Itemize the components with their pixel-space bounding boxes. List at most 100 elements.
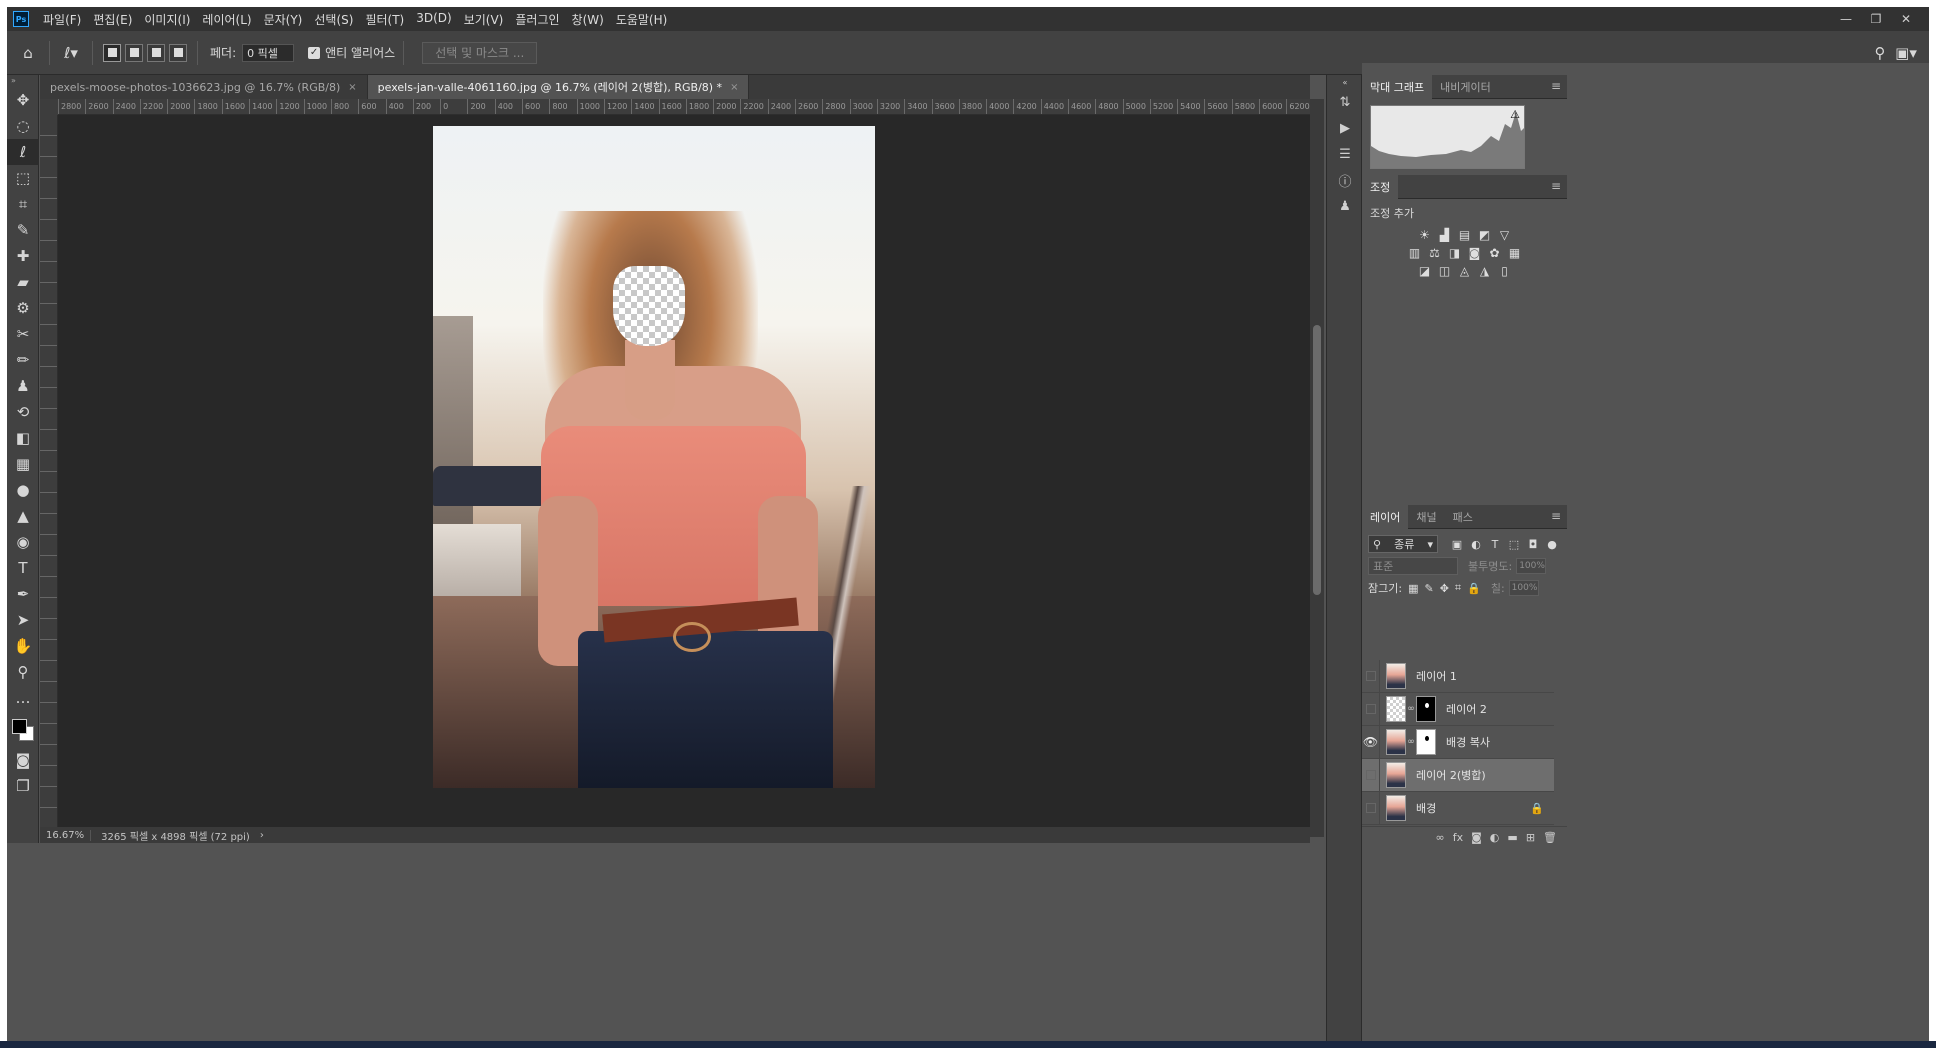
curves-icon[interactable]: ▤ xyxy=(1457,227,1473,243)
shape-filter-icon[interactable]: ⬚ xyxy=(1507,538,1521,551)
type-filter-icon[interactable]: T xyxy=(1488,538,1502,551)
visibility-toggle[interactable] xyxy=(1362,758,1380,792)
intersect-selection-button[interactable] xyxy=(169,43,187,62)
tab-navigator[interactable]: 내비게이터 xyxy=(1432,75,1499,99)
menu-select[interactable]: 선택(S) xyxy=(308,11,359,28)
link-icon[interactable]: ∞ xyxy=(1406,704,1416,714)
lock-icon[interactable]: 🔒 xyxy=(1530,802,1544,815)
layer-name[interactable]: 배경 복사 xyxy=(1446,734,1490,750)
layer-name[interactable]: 레이어 1 xyxy=(1416,668,1457,684)
warning-icon[interactable]: ⚠ xyxy=(1510,108,1520,121)
feather-input[interactable] xyxy=(242,43,295,62)
document-image[interactable] xyxy=(433,126,875,788)
fill-input[interactable]: 100% xyxy=(1508,580,1539,596)
tab-channels[interactable]: 채널 xyxy=(1408,505,1444,529)
opacity-input[interactable]: 100% xyxy=(1516,558,1547,574)
tab-histogram[interactable]: 막대 그래프 xyxy=(1362,74,1433,99)
move-tool[interactable]: ✥ xyxy=(7,87,39,113)
object-selection-tool[interactable]: ⬚ xyxy=(7,165,39,191)
scrollbar-thumb[interactable] xyxy=(1313,325,1321,595)
menu-edit[interactable]: 편집(E) xyxy=(87,11,138,28)
menu-type[interactable]: 문자(Y) xyxy=(258,11,309,28)
tab-layers[interactable]: 레이어 xyxy=(1362,504,1409,529)
invert-icon[interactable]: ◪ xyxy=(1417,263,1433,279)
layer-mask-thumbnail[interactable] xyxy=(1416,696,1436,722)
posterize-icon[interactable]: ◫ xyxy=(1437,263,1453,279)
lock-position-icon[interactable]: ✥ xyxy=(1440,582,1449,595)
smart-object-filter-icon[interactable]: ◘ xyxy=(1526,538,1540,551)
layer-name[interactable]: 레이어 2 xyxy=(1446,701,1487,717)
status-arrow-icon[interactable]: › xyxy=(260,830,264,841)
dodge-tool[interactable]: ◉ xyxy=(7,529,39,555)
link-icon[interactable]: ∞ xyxy=(1406,737,1416,747)
close-button[interactable]: ✕ xyxy=(1891,12,1921,26)
screen-mode-icon[interactable]: ❐ xyxy=(7,773,39,799)
home-icon[interactable]: ⌂ xyxy=(15,40,41,66)
info-icon[interactable]: ⓘ xyxy=(1327,167,1363,193)
exposure-icon[interactable]: ◩ xyxy=(1477,227,1493,243)
brightness-contrast-icon[interactable]: ☀ xyxy=(1417,227,1433,243)
horizontal-ruler[interactable]: 2800 2600 2400 2200 2000 1800 1600 1400 1200 1000… xyxy=(58,99,1310,115)
tab-document-1[interactable]: pexels-moose-photos-1036623.jpg @ 16.7% … xyxy=(40,75,368,99)
new-layer-icon[interactable]: ⊞ xyxy=(1526,831,1535,844)
layer-style-icon[interactable]: fx xyxy=(1453,831,1463,844)
zoom-tool[interactable]: ⚲ xyxy=(7,659,39,685)
lasso-preset-icon[interactable]: ℓ▾ xyxy=(58,40,84,66)
lock-artboard-icon[interactable]: ⌗ xyxy=(1455,581,1461,595)
panel-menu-icon[interactable]: ≡ xyxy=(1551,79,1561,93)
layer-mask-thumbnail[interactable] xyxy=(1416,729,1436,755)
layer-name[interactable]: 레이어 2(병합) xyxy=(1416,767,1486,783)
layer-row-layer-2[interactable]: ∞ 레이어 2 xyxy=(1362,692,1554,726)
quick-mask-icon[interactable]: ◙ xyxy=(7,747,39,773)
history-icon[interactable]: ⇅ xyxy=(1327,89,1363,115)
add-mask-icon[interactable]: ◙ xyxy=(1471,831,1482,844)
new-selection-button[interactable] xyxy=(103,43,121,62)
more-tools[interactable]: … xyxy=(7,685,39,711)
menu-filter[interactable]: 필터(T) xyxy=(359,11,410,28)
lock-all-icon[interactable]: 🔒 xyxy=(1467,582,1481,595)
menu-image[interactable]: 이미지(I) xyxy=(138,11,196,28)
healing-brush-tool[interactable]: ✚ xyxy=(7,243,39,269)
color-balance-icon[interactable]: ⚖ xyxy=(1427,245,1443,261)
visibility-toggle[interactable] xyxy=(1362,659,1380,693)
actions-icon[interactable]: ▶ xyxy=(1327,115,1363,141)
gradient-tool[interactable]: ▦ xyxy=(7,451,39,477)
tab-paths[interactable]: 패스 xyxy=(1445,505,1481,529)
tab-document-2[interactable]: pexels-jan-valle-4061160.jpg @ 16.7% (레이… xyxy=(367,75,750,99)
minimize-button[interactable]: — xyxy=(1831,12,1861,26)
link-layers-icon[interactable]: ∞ xyxy=(1436,831,1445,844)
threshold-icon[interactable]: ◬ xyxy=(1457,263,1473,279)
restore-button[interactable]: ❐ xyxy=(1861,12,1891,26)
frame-tool[interactable]: ⚙ xyxy=(7,295,39,321)
menu-view[interactable]: 보기(V) xyxy=(458,11,510,28)
foreground-color-swatch[interactable] xyxy=(12,719,27,734)
delete-layer-icon[interactable]: 🗑 xyxy=(1543,831,1557,844)
vibrance-icon[interactable]: ▽ xyxy=(1497,227,1513,243)
eye-icon[interactable]: 👁 xyxy=(1362,725,1380,759)
collapse-icon[interactable]: » xyxy=(7,75,38,87)
path-selection-tool[interactable]: ➤ xyxy=(7,607,39,633)
visibility-toggle[interactable] xyxy=(1362,791,1380,825)
menu-file[interactable]: 파일(F) xyxy=(37,11,87,28)
type-tool[interactable]: T xyxy=(7,555,39,581)
layer-row-layer-2-merged[interactable]: 레이어 2(병합) xyxy=(1362,758,1554,792)
crop-tool[interactable]: ⌗ xyxy=(7,191,39,217)
patch-tool[interactable]: ▰ xyxy=(7,269,39,295)
eraser-tool[interactable]: ◧ xyxy=(7,425,39,451)
layer-row-background[interactable]: 배경 🔒 xyxy=(1362,791,1554,825)
menu-layer[interactable]: 레이어(L) xyxy=(196,11,257,28)
menu-3d[interactable]: 3D(D) xyxy=(410,11,457,28)
lock-pixels-icon[interactable]: ✎ xyxy=(1424,582,1433,595)
menu-plugins[interactable]: 플러그인 xyxy=(509,11,565,28)
marquee-tool[interactable]: ◌ xyxy=(7,113,39,139)
hand-tool[interactable]: ✋ xyxy=(7,633,39,659)
blend-mode-select[interactable]: 표준 xyxy=(1368,557,1458,575)
clone-stamp-tool[interactable]: ♟ xyxy=(7,373,39,399)
filter-toggle-icon[interactable]: ● xyxy=(1545,538,1559,551)
photo-filter-icon[interactable]: ◙ xyxy=(1467,245,1483,261)
lasso-tool[interactable]: ℓ xyxy=(7,139,39,165)
layer-row-layer-1[interactable]: 레이어 1 xyxy=(1362,659,1554,693)
lock-transparency-icon[interactable]: ▦ xyxy=(1408,582,1418,595)
select-and-mask-button[interactable]: 선택 및 마스크 ... xyxy=(422,41,538,64)
menu-window[interactable]: 창(W) xyxy=(566,11,610,28)
